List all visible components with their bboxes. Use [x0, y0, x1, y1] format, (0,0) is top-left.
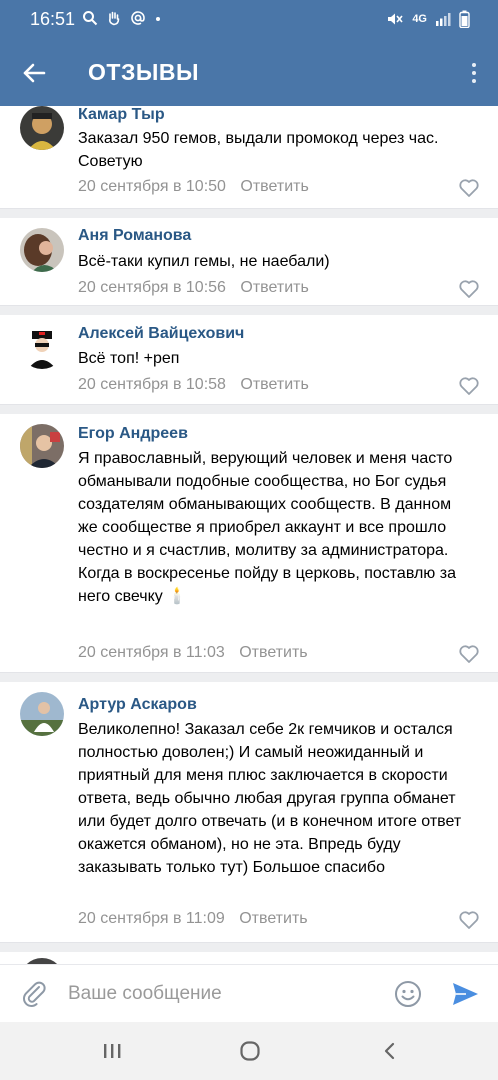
recent-apps-icon: [104, 1044, 121, 1058]
comment-date: 20 сентября в 11:09: [78, 910, 225, 927]
reply-button[interactable]: Ответить: [240, 279, 308, 296]
comment-item: Алексей Вайцехович Всё топ! +реп 20 сент…: [0, 315, 498, 409]
avatar[interactable]: [20, 424, 64, 468]
comment-item: Егор Андреев Я православный, верующий че…: [0, 414, 498, 676]
reply-button[interactable]: Ответить: [239, 910, 307, 927]
comment-author[interactable]: Артур Аскаров: [78, 696, 197, 714]
comment-author[interactable]: Аня Романова: [78, 227, 191, 245]
back-button[interactable]: [16, 56, 52, 90]
comment-date: 20 сентября в 10:56: [78, 279, 226, 296]
message-input[interactable]: [68, 977, 368, 1011]
comments-feed[interactable]: Камар Тыр Заказал 950 гемов, выдали пром…: [0, 106, 498, 964]
comment-author[interactable]: Алексей Вайцехович: [78, 325, 244, 343]
heart-icon[interactable]: [458, 178, 480, 198]
reply-button[interactable]: Ответить: [240, 376, 308, 393]
divider: [0, 942, 498, 952]
smiley-icon[interactable]: [394, 980, 422, 1008]
avatar[interactable]: [20, 692, 64, 736]
battery-icon: [459, 10, 470, 28]
system-nav-bar: [0, 1022, 498, 1080]
comment-text: Всё-таки купил гемы, не наебали): [78, 253, 330, 270]
comment-text: Всё топ! +реп: [78, 350, 180, 367]
comment-text: Заказал 950 гемов, выдали промокод через…: [78, 130, 439, 170]
avatar[interactable]: [20, 325, 64, 369]
mute-icon: [388, 13, 403, 25]
home-icon: [240, 1041, 260, 1061]
comment-item: Камар Тыр Заказал 950 гемов, выдали пром…: [0, 106, 498, 204]
comment-text: Великолепно! Заказал себе 2к гемчиков и …: [78, 721, 462, 876]
more-menu-button[interactable]: [464, 58, 484, 88]
avatar[interactable]: [20, 228, 64, 272]
status-time: 16:51: [30, 9, 76, 29]
network-label: 4G: [412, 13, 427, 25]
divider: [0, 305, 498, 315]
reply-button[interactable]: Ответить: [240, 178, 308, 195]
avatar[interactable]: [20, 106, 64, 150]
comment-date: 20 сентября в 11:03: [78, 644, 225, 661]
paperclip-icon[interactable]: [20, 979, 50, 1009]
back-icon: [384, 1042, 395, 1060]
comment-author[interactable]: Камар Тыр: [78, 106, 165, 124]
recent-apps-button[interactable]: [97, 1039, 127, 1063]
comment-date: 20 сентября в 10:50: [78, 178, 226, 195]
heart-icon[interactable]: [458, 376, 480, 396]
message-composer: [0, 964, 498, 1022]
send-icon[interactable]: [450, 980, 480, 1008]
signal-icon: [436, 13, 451, 26]
page-title: ОТЗЫВЫ: [88, 59, 199, 85]
comment-author[interactable]: Егор Андреев: [78, 425, 188, 443]
divider: [0, 208, 498, 218]
heart-icon[interactable]: [458, 644, 480, 664]
more-vertical-icon: [472, 63, 476, 67]
heart-icon[interactable]: [458, 910, 480, 930]
comment-item: Аня Романова Всё-таки купил гемы, не нае…: [0, 218, 498, 312]
comment-item: Артур Аскаров Великолепно! Заказал себе …: [0, 682, 498, 946]
divider: [0, 672, 498, 682]
reply-button[interactable]: Ответить: [239, 644, 307, 661]
home-button[interactable]: [235, 1039, 265, 1063]
hand-icon: [109, 11, 120, 26]
arrow-left-icon: [23, 63, 46, 83]
at-icon: [131, 11, 145, 25]
search-icon: [83, 11, 98, 26]
divider: [0, 404, 498, 414]
app-bar: ОТЗЫВЫ: [0, 40, 498, 106]
comment-date: 20 сентября в 10:58: [78, 376, 226, 393]
comment-text: Я православный, верующий человек и меня …: [78, 450, 456, 605]
status-bar: 16:51 4G: [0, 0, 498, 40]
back-nav-button[interactable]: [375, 1039, 405, 1063]
heart-icon[interactable]: [458, 279, 480, 299]
dot-icon: [156, 17, 160, 21]
